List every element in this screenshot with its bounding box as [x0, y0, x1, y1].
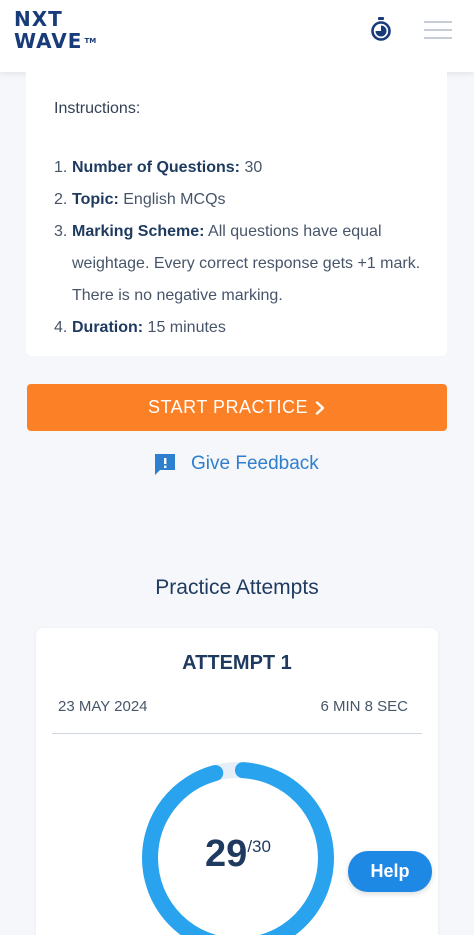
instruction-number: 4.	[54, 319, 68, 336]
instruction-number: 1.	[54, 159, 68, 176]
instructions-list: 1. Number of Questions: 30 2. Topic: Eng…	[54, 152, 424, 344]
attempt-title: ATTEMPT 1	[182, 652, 292, 674]
app-header: NXT WAVE TM	[0, 0, 474, 72]
start-practice-label: START PRACTICE	[147, 397, 309, 417]
logo-word: WAVE	[14, 29, 83, 53]
menu-bar	[424, 21, 452, 23]
instruction-text: 15 minutes	[143, 319, 226, 336]
score-value: 29	[205, 833, 248, 875]
attempt-date: 23 MAY 2024	[58, 698, 148, 715]
instruction-label: Marking Scheme:	[72, 223, 205, 240]
attempt-divider	[52, 733, 422, 734]
logo-line-1: NXT	[14, 7, 63, 31]
instruction-text: 30	[240, 159, 263, 176]
instruction-number: 2.	[54, 191, 68, 208]
instruction-item: 2. Topic: English MCQs	[54, 184, 424, 216]
logo-line-2: WAVE TM	[14, 30, 96, 52]
nxtwave-logo[interactable]: NXT WAVE TM	[14, 8, 96, 52]
instructions-title: Instructions:	[54, 100, 141, 117]
instruction-item: 4. Duration: 15 minutes	[54, 312, 424, 344]
instruction-label: Topic:	[72, 191, 119, 208]
menu-bar	[424, 37, 452, 39]
instruction-text: English MCQs	[118, 191, 226, 208]
help-label: Help	[370, 861, 410, 881]
help-button[interactable]: Help	[348, 851, 432, 892]
feedback-chat-icon	[155, 454, 175, 475]
practice-attempts-title: Practice Attempts	[155, 576, 319, 599]
instruction-item: 1. Number of Questions: 30	[54, 152, 424, 184]
give-feedback-label: Give Feedback	[191, 453, 319, 474]
attempt-duration: 6 MIN 8 SEC	[320, 698, 408, 715]
chevron-right-icon	[315, 400, 325, 415]
start-practice-button[interactable]: START PRACTICE	[27, 384, 447, 431]
hamburger-menu-icon[interactable]	[424, 21, 452, 39]
instructions-card: Instructions: 1. Number of Questions: 30…	[26, 72, 447, 356]
instruction-label: Number of Questions:	[72, 159, 241, 176]
score-total: /30	[247, 837, 271, 856]
instruction-label: Duration:	[72, 319, 144, 336]
stopwatch-icon[interactable]	[370, 17, 392, 41]
logo-trademark: TM	[84, 37, 97, 45]
score-display: 29/30	[140, 833, 336, 876]
instruction-number: 3.	[54, 223, 68, 240]
menu-bar	[424, 29, 452, 31]
give-feedback-link[interactable]: Give Feedback	[153, 451, 319, 477]
instruction-item: 3. Marking Scheme: All questions have eq…	[54, 216, 424, 312]
